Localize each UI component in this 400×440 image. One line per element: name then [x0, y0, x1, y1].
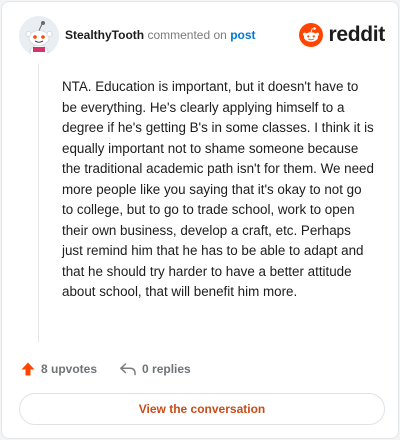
upvote-arrow-icon: [21, 362, 35, 376]
action-text: commented on: [147, 28, 227, 42]
upvote-button[interactable]: 8 upvotes: [20, 361, 97, 377]
comment-card: StealthyTooth commented on post reddit N…: [1, 1, 399, 439]
snoo-avatar-icon: [19, 16, 59, 56]
reply-arrow-icon: [120, 363, 136, 376]
user-avatar[interactable]: [19, 16, 59, 56]
reddit-logo[interactable]: reddit: [299, 21, 385, 49]
post-link[interactable]: post: [230, 28, 255, 42]
username-link[interactable]: StealthyTooth: [65, 28, 144, 42]
comment-body: NTA. Education is important, but it does…: [62, 79, 374, 299]
reddit-snoo-icon: [299, 23, 324, 47]
upvote-count: 8 upvotes: [41, 362, 98, 376]
comment-actions: 8 upvotes 0 replies: [20, 359, 213, 379]
comment-header: StealthyTooth commented on post reddit: [19, 16, 385, 56]
reply-button[interactable]: 0 replies: [119, 361, 191, 377]
reply-count: 0 replies: [142, 362, 191, 376]
view-conversation-button[interactable]: View the conversation: [19, 393, 385, 425]
comment-meta: StealthyTooth commented on post: [65, 28, 256, 42]
reddit-wordmark: reddit: [328, 23, 385, 46]
thread-line: [38, 64, 39, 342]
